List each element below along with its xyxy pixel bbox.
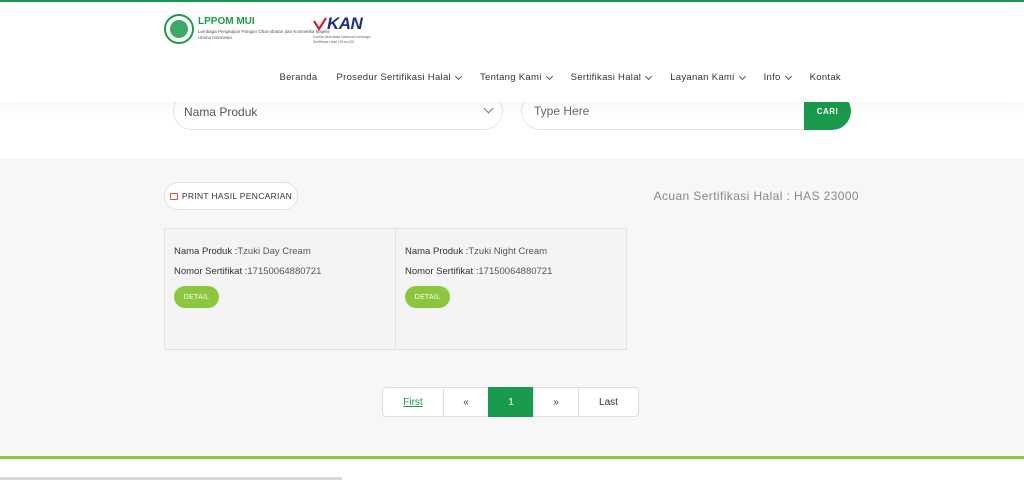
search-type-value: Nama Produk	[184, 105, 258, 119]
nav-item-beranda[interactable]: Beranda	[279, 72, 317, 83]
certification-reference: Acuan Sertifikasi Halal : HAS 23000	[653, 189, 859, 203]
nav-item-sertifikasi-halal[interactable]: Sertifikasi Halal	[571, 72, 653, 83]
page-next-link[interactable]: »	[533, 387, 579, 417]
chevron-down-icon	[483, 103, 494, 114]
product-card: Nama Produk :Tzuki Night Cream Nomor Ser…	[395, 228, 627, 350]
page-prev-link[interactable]: «	[443, 387, 489, 417]
kan-title: KAN	[327, 14, 363, 33]
kan-subtitle: Komite Akreditasi Nasional Lembaga Serti…	[313, 35, 371, 44]
nav-item-prosedur-sertifikasi-halal[interactable]: Prosedur Sertifikasi Halal	[336, 72, 462, 83]
detail-button[interactable]: DETAIL	[405, 286, 450, 308]
chevron-down-icon	[454, 72, 462, 80]
kan-check-icon	[313, 17, 327, 31]
page-last-link[interactable]: Last	[578, 387, 639, 417]
detail-button[interactable]: DETAIL	[174, 286, 219, 308]
product-card: Nama Produk :Tzuki Day Cream Nomor Serti…	[164, 228, 396, 350]
kan-logo[interactable]: KAN Komite Akreditasi Nasional Lembaga S…	[313, 14, 373, 44]
print-results-label: PRINT HASIL PENCARIAN	[181, 191, 293, 201]
chevron-down-icon	[738, 72, 746, 80]
cert-number: 17150064880721	[247, 266, 322, 277]
lppom-logo[interactable]: LPPOM MUI Lembaga Pengkajian Pangan Obat…	[164, 14, 338, 44]
page-first-link[interactable]: First	[382, 387, 444, 417]
product-name: Tzuki Night Cream	[468, 246, 548, 257]
printer-icon	[169, 192, 178, 200]
nav-item-tentang-kami[interactable]: Tentang Kami	[480, 72, 553, 83]
nav-item-layanan-kami[interactable]: Layanan Kami	[670, 72, 746, 83]
mui-seal-icon	[164, 14, 194, 44]
cert-number: 17150064880721	[478, 266, 553, 277]
cert-number-line: Nomor Sertifikat :17150064880721	[174, 266, 322, 277]
product-name-line: Nama Produk :Tzuki Night Cream	[405, 246, 548, 257]
search-area: Nama Produk CARI	[0, 92, 1024, 158]
results-area: PRINT HASIL PENCARIAN Acuan Sertifikasi …	[0, 158, 1024, 458]
main-nav: Beranda Prosedur Sertifikasi Halal Tenta…	[260, 72, 841, 83]
site-header: LPPOM MUI Lembaga Pengkajian Pangan Obat…	[0, 2, 1024, 102]
chevron-down-icon	[545, 72, 553, 80]
product-name-line: Nama Produk :Tzuki Day Cream	[174, 246, 311, 257]
page-current[interactable]: 1	[488, 387, 534, 417]
cert-number-line: Nomor Sertifikat :17150064880721	[405, 266, 553, 277]
nav-item-info[interactable]: Info	[764, 72, 792, 83]
nav-item-kontak[interactable]: Kontak	[810, 72, 841, 83]
chevron-down-icon	[645, 72, 653, 80]
pagination: First « 1 » Last	[382, 387, 639, 417]
print-results-button[interactable]: PRINT HASIL PENCARIAN	[164, 182, 298, 210]
chevron-down-icon	[784, 72, 792, 80]
footer	[0, 459, 1024, 480]
product-name: Tzuki Day Cream	[237, 246, 311, 257]
